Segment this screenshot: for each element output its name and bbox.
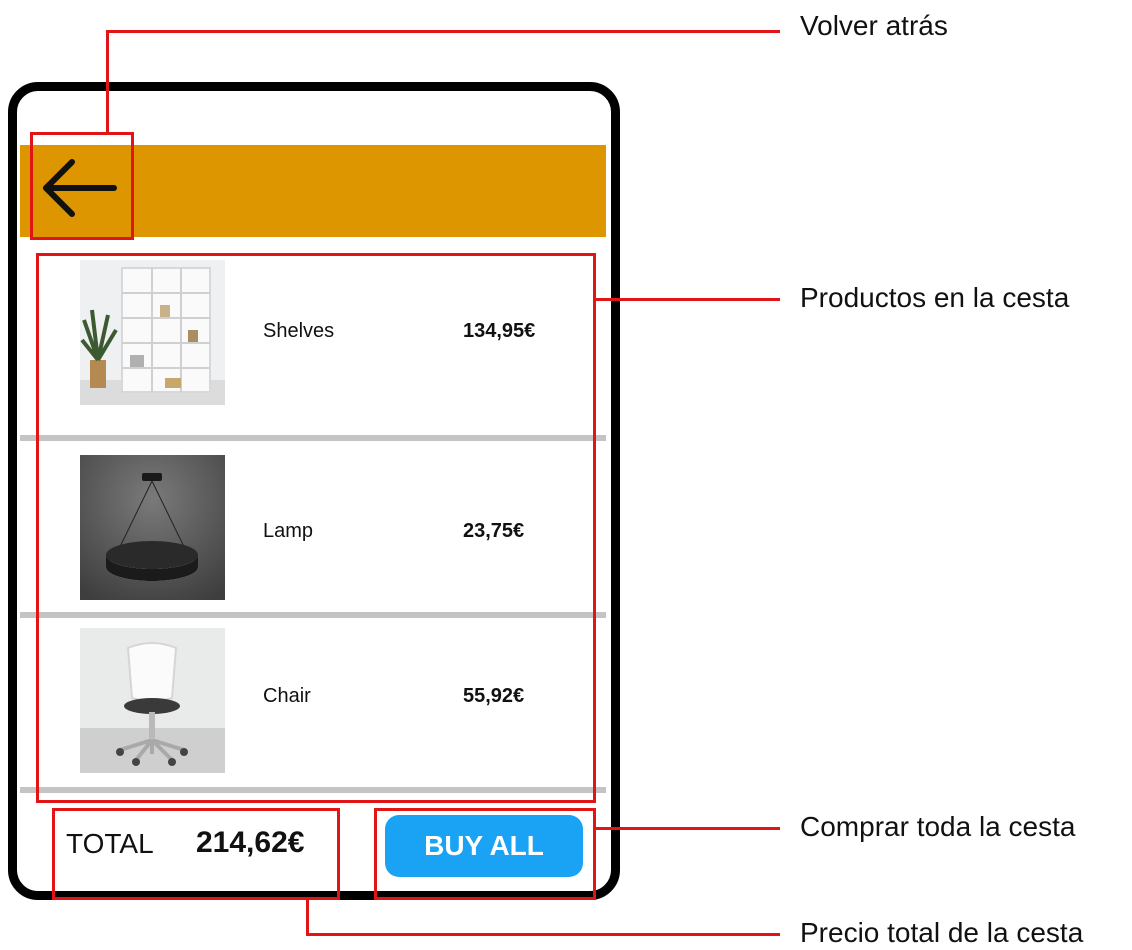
annotation-back: Volver atrás bbox=[800, 10, 948, 41]
connector-line bbox=[306, 898, 309, 936]
annotation-buy-all: Comprar toda la cesta bbox=[800, 811, 1076, 842]
annotation-total: Precio total de la cesta bbox=[800, 917, 1084, 948]
annotation-box-products bbox=[36, 253, 596, 803]
connector-line bbox=[306, 933, 780, 936]
connector-line bbox=[106, 30, 780, 33]
annotation-box-buy-all bbox=[374, 808, 596, 900]
connector-line bbox=[594, 298, 780, 301]
connector-line bbox=[594, 827, 780, 830]
annotation-box-back bbox=[30, 132, 134, 240]
annotation-box-total bbox=[52, 808, 340, 900]
annotation-products: Productos en la cesta bbox=[800, 282, 1070, 313]
connector-line bbox=[106, 30, 109, 134]
